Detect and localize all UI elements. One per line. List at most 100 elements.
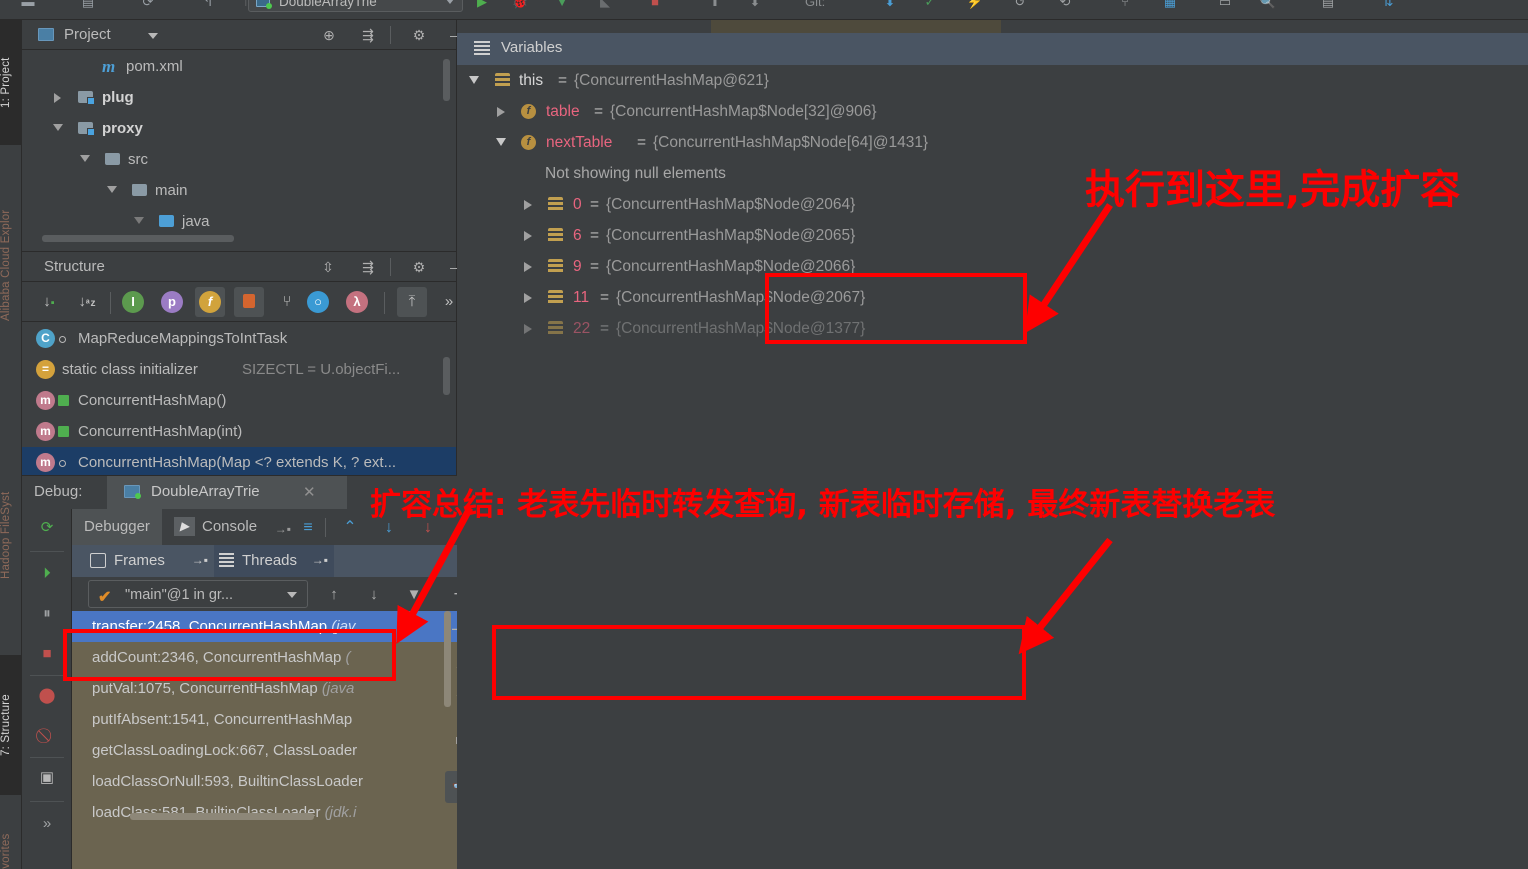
close-icon[interactable]: ✕ bbox=[303, 483, 316, 501]
rerun-icon[interactable]: ⟳ bbox=[34, 515, 60, 541]
chevron-down-icon[interactable] bbox=[287, 592, 297, 598]
main-toolbar[interactable]: ▬ ▤ ⟳ ↰ ↱ ◆ DoubleArrayTrie ▶ 🐞 ▼ ◣ ■ ⬆ … bbox=[0, 0, 1528, 20]
show-properties-icon[interactable]: p bbox=[161, 291, 183, 313]
sort-by-visibility-icon[interactable]: ↓▪ bbox=[34, 287, 64, 317]
mute-breakpoints-icon[interactable]: ⃠ bbox=[34, 723, 60, 749]
tree-item-main[interactable]: main bbox=[22, 175, 456, 206]
database-icon[interactable]: ▦ bbox=[1160, 0, 1180, 12]
terminal-icon[interactable]: ▭ bbox=[1215, 0, 1235, 12]
run-configuration-selector[interactable]: DoubleArrayTrie bbox=[248, 0, 463, 12]
view-breakpoints-icon[interactable]: ⬤ bbox=[34, 683, 60, 709]
show-interfaces-icon[interactable]: ○ bbox=[307, 291, 329, 313]
sync-settings-icon[interactable]: ⇅ bbox=[1378, 0, 1398, 12]
collapse-all-icon[interactable]: ⇶ bbox=[359, 26, 377, 44]
layout-settings-icon[interactable]: ≡ bbox=[296, 517, 320, 539]
rail-structure-tab[interactable]: 7: Structure bbox=[0, 655, 22, 795]
chevron-down-icon[interactable] bbox=[148, 33, 158, 39]
variable-row-table[interactable]: f table = {ConcurrentHashMap$Node[32]@90… bbox=[457, 96, 1528, 127]
chevron-down-icon[interactable] bbox=[446, 0, 454, 4]
pause-program-icon[interactable]: ⏸ bbox=[34, 601, 60, 627]
rail-favorites-tab[interactable]: 2: Favorites bbox=[0, 815, 22, 869]
thread-selector[interactable]: ✔ "main"@1 in gr... bbox=[88, 580, 308, 608]
rail-alibaba-tab[interactable]: Alibaba Cloud Explor bbox=[0, 170, 22, 360]
variable-row-entry[interactable]: 6 = {ConcurrentHashMap$Node@2065} bbox=[457, 220, 1528, 251]
tree-item-java[interactable]: java bbox=[22, 206, 456, 237]
rail-hadoop-tab[interactable]: Hadoop FileSyst bbox=[0, 470, 22, 600]
tree-item-plug[interactable]: plug bbox=[22, 82, 456, 113]
tree-item-src[interactable]: src bbox=[22, 144, 456, 175]
structure-list[interactable]: C MapReduceMappingsToIntTask = static cl… bbox=[22, 323, 456, 475]
chevron-right-icon[interactable] bbox=[524, 293, 532, 303]
vcs-revert-icon[interactable]: ↺ bbox=[1010, 0, 1030, 12]
sync-icon[interactable]: ⟳ bbox=[138, 0, 158, 12]
stop-icon[interactable]: ■ bbox=[34, 641, 60, 667]
stop-icon[interactable]: ■ bbox=[645, 0, 665, 12]
debug-icon[interactable]: 🐞 bbox=[510, 0, 530, 12]
tab-console[interactable]: ▶ Console →▪ bbox=[168, 509, 293, 545]
variable-row-this[interactable]: this = {ConcurrentHashMap@621} bbox=[457, 65, 1528, 96]
filter-icon[interactable]: ▼ bbox=[402, 584, 426, 606]
chevron-down-icon[interactable] bbox=[53, 124, 63, 131]
frame-row[interactable]: putIfAbsent:1541, ConcurrentHashMap bbox=[72, 704, 457, 735]
tab-threads[interactable]: Threads →▪ bbox=[214, 545, 334, 577]
detach-icon[interactable]: →▪ bbox=[275, 511, 291, 547]
chevron-down-icon[interactable] bbox=[107, 186, 117, 193]
collapse-all-icon[interactable]: ⇶ bbox=[359, 258, 377, 276]
structure-item[interactable]: m ConcurrentHashMap(Map <? extends K, ? … bbox=[22, 447, 456, 475]
show-lambdas-icon[interactable]: λ bbox=[346, 291, 368, 313]
chevron-right-icon[interactable] bbox=[524, 231, 532, 241]
frame-row[interactable]: loadClassOrNull:593, BuiltinClassLoader bbox=[72, 766, 457, 797]
scroll-from-source-icon[interactable]: ⊕ bbox=[320, 26, 338, 44]
project-tree[interactable]: m pom.xml plug proxy src main java bbox=[22, 51, 456, 251]
resume-program-icon[interactable]: ⏵ bbox=[34, 561, 60, 587]
screenshot-icon[interactable]: ▣ bbox=[34, 765, 60, 791]
chevron-right-icon[interactable] bbox=[524, 324, 532, 334]
commit-icon[interactable]: ⬇ bbox=[745, 0, 765, 12]
sort-alphabetically-icon[interactable]: ↓ᵃ z bbox=[72, 287, 102, 317]
move-down-icon[interactable]: ↓ bbox=[362, 584, 386, 606]
show-non-public-toggle[interactable] bbox=[234, 287, 264, 317]
run-icon[interactable]: ▶ bbox=[472, 0, 492, 12]
save-settings-icon[interactable]: ▤ bbox=[1318, 0, 1338, 12]
chevron-right-icon[interactable] bbox=[524, 262, 532, 272]
coverage-icon[interactable]: ▼ bbox=[552, 0, 572, 12]
save-icon[interactable]: ▤ bbox=[78, 0, 98, 12]
tree-item-pom[interactable]: m pom.xml bbox=[22, 51, 456, 82]
frames-hscrollbar[interactable] bbox=[130, 813, 314, 820]
back-icon[interactable]: ↰ bbox=[198, 0, 218, 12]
vcs-history-icon[interactable]: ⟲ bbox=[1055, 0, 1075, 12]
show-hierarchy-icon[interactable]: ⑂ bbox=[272, 287, 302, 317]
structure-item[interactable]: m ConcurrentHashMap(int) bbox=[22, 416, 456, 447]
structure-vscrollbar[interactable] bbox=[443, 357, 450, 395]
step-over-icon[interactable]: ⌃ bbox=[338, 517, 362, 539]
vcs-push-icon[interactable]: ⚡ bbox=[965, 0, 985, 12]
chevron-down-icon[interactable] bbox=[469, 76, 479, 84]
save-all-icon[interactable]: ▬ bbox=[18, 0, 38, 12]
variable-row-nexttable[interactable]: f nextTable = {ConcurrentHashMap$Node[64… bbox=[457, 127, 1528, 158]
structure-icon[interactable]: ⑂ bbox=[1115, 0, 1135, 12]
more-options-icon[interactable]: » bbox=[34, 811, 60, 837]
gear-icon[interactable]: ⚙ bbox=[410, 26, 428, 44]
frame-row[interactable]: getClassLoadingLock:667, ClassLoader bbox=[72, 735, 457, 766]
show-inherited-icon[interactable]: I bbox=[122, 291, 144, 313]
structure-item[interactable]: m ConcurrentHashMap() bbox=[22, 385, 456, 416]
chevron-right-icon[interactable] bbox=[524, 200, 532, 210]
chevron-right-icon[interactable] bbox=[54, 93, 61, 103]
vcs-update-icon[interactable]: ⬇ bbox=[880, 0, 900, 12]
gear-icon[interactable]: ⚙ bbox=[410, 258, 428, 276]
expand-all-icon[interactable]: ⇳ bbox=[319, 258, 337, 276]
show-fields-toggle[interactable]: f bbox=[195, 287, 225, 317]
move-up-icon[interactable]: ↑ bbox=[322, 584, 346, 606]
debug-session-tab[interactable]: DoubleArrayTrie ✕ bbox=[107, 476, 347, 509]
vcs-commit-icon[interactable]: ✓ bbox=[920, 0, 940, 12]
update-icon[interactable]: ⬆ bbox=[705, 0, 725, 12]
chevron-down-icon[interactable] bbox=[134, 217, 144, 224]
tab-debugger[interactable]: Debugger bbox=[72, 509, 162, 545]
search-icon[interactable]: 🔍 bbox=[1258, 0, 1278, 12]
project-hscrollbar[interactable] bbox=[42, 235, 234, 242]
rail-project-tab[interactable]: 1: Project bbox=[0, 20, 22, 145]
detach-icon[interactable]: →▪ bbox=[312, 544, 328, 576]
tab-frames[interactable]: Frames →▪ bbox=[86, 545, 214, 577]
chevron-down-icon[interactable] bbox=[80, 155, 90, 162]
chevron-down-icon[interactable] bbox=[496, 138, 506, 146]
